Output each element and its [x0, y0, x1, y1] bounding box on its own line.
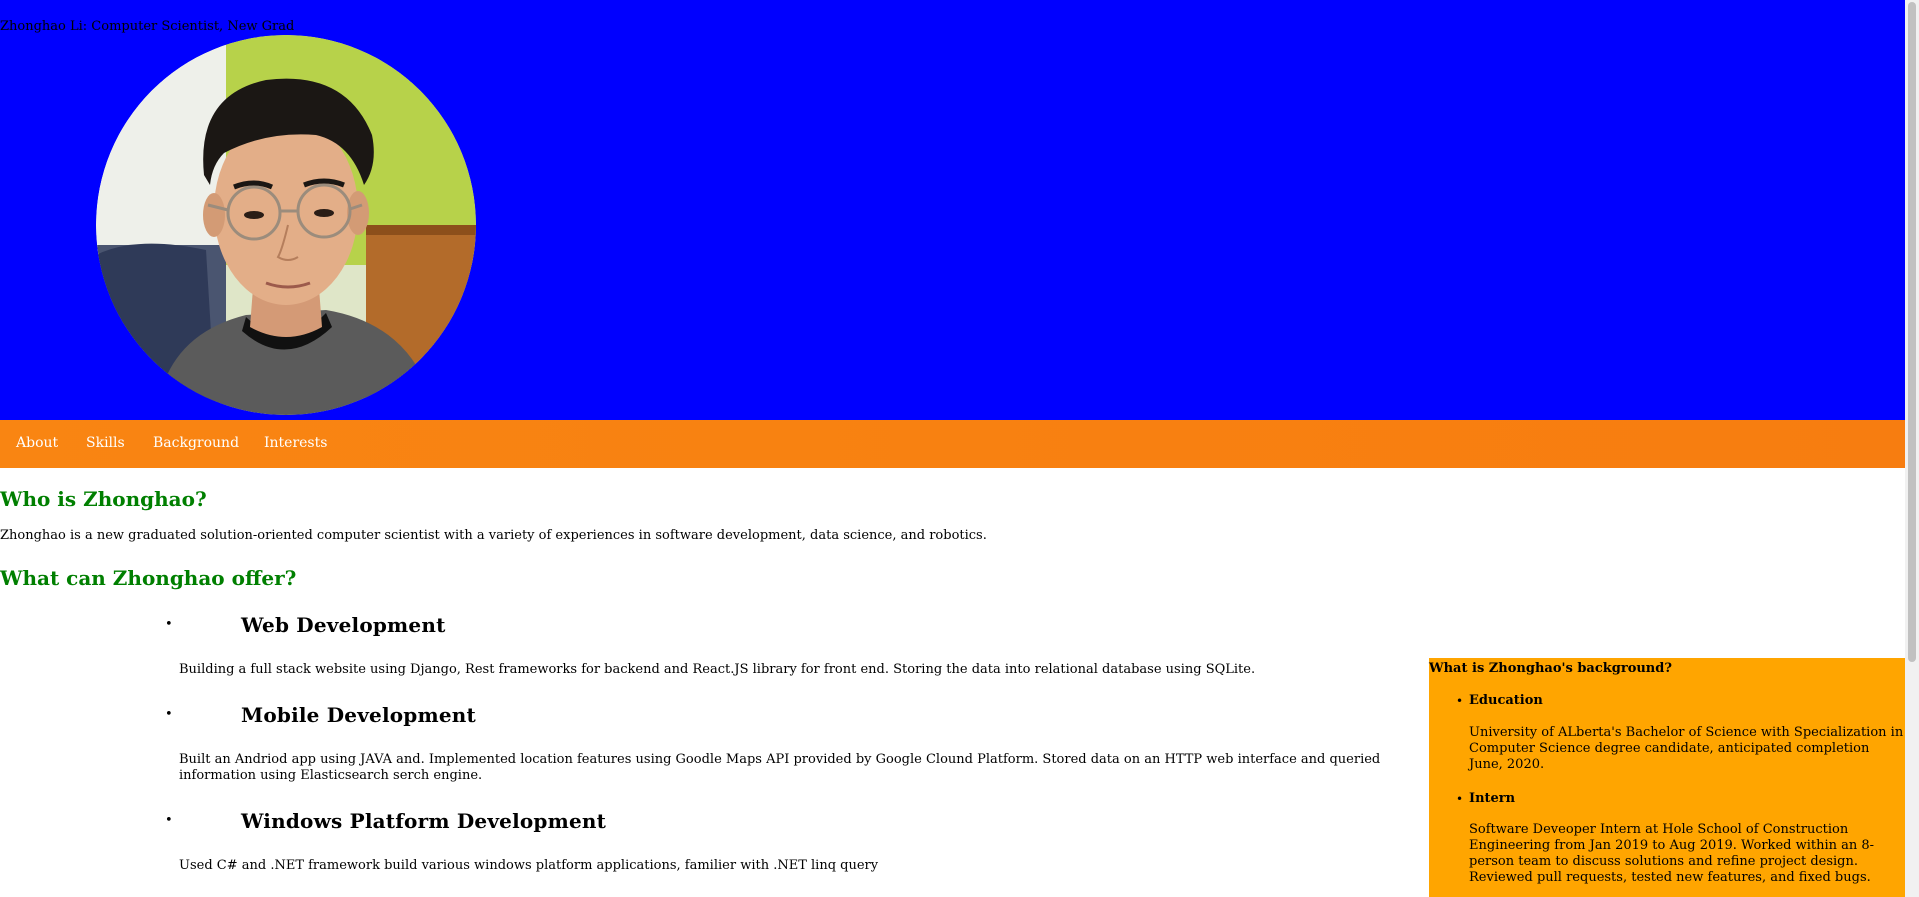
nav-link-skills[interactable]: Skills: [86, 435, 125, 451]
list-bullet: •: [1456, 792, 1464, 806]
list-bullet: •: [165, 707, 173, 722]
about-text: Zhonghao is a new graduated solution-ori…: [0, 528, 987, 543]
nav-link-about[interactable]: About: [16, 435, 58, 451]
skill-title-mobile: Mobile Development: [241, 703, 476, 727]
nav-link-background[interactable]: Background: [153, 435, 239, 451]
skill-title-windows: Windows Platform Development: [241, 809, 607, 833]
background-heading: What is Zhonghao's background?: [1429, 661, 1672, 676]
scrollbar-thumb[interactable]: [1908, 2, 1916, 662]
skill-text-web: Building a full stack website using Djan…: [179, 662, 1256, 677]
background-sidebar: What is Zhonghao's background? • Educati…: [1429, 658, 1905, 897]
list-bullet: •: [165, 617, 173, 632]
background-title-intern: Intern: [1469, 791, 1516, 806]
skills-heading: What can Zhonghao offer?: [0, 566, 297, 590]
skill-title-web: Web Development: [241, 613, 446, 637]
profile-photo: [96, 35, 476, 415]
main-nav: About Skills Background Interests: [0, 420, 1905, 468]
page: Zhonghao Li: Computer Scientist, New Gra…: [0, 0, 1905, 897]
background-text-intern: Software Deveoper Intern at Hole School …: [1469, 822, 1875, 885]
background-text-education: University of ALberta's Bachelor of Scie…: [1469, 725, 1904, 772]
list-bullet: •: [1456, 694, 1464, 708]
skill-text-windows: Used C# and .NET framework build various…: [179, 858, 879, 873]
site-title: Zhonghao Li: Computer Scientist, New Gra…: [0, 19, 295, 34]
nav-link-interests[interactable]: Interests: [264, 435, 327, 451]
vertical-scrollbar[interactable]: [1905, 0, 1919, 897]
background-title-education: Education: [1469, 693, 1543, 708]
skill-text-mobile: Built an Andriod app using JAVA and. Imp…: [179, 752, 1381, 783]
header-banner: Zhonghao Li: Computer Scientist, New Gra…: [0, 0, 1905, 420]
list-bullet: •: [165, 813, 173, 828]
about-heading: Who is Zhonghao?: [0, 487, 207, 511]
